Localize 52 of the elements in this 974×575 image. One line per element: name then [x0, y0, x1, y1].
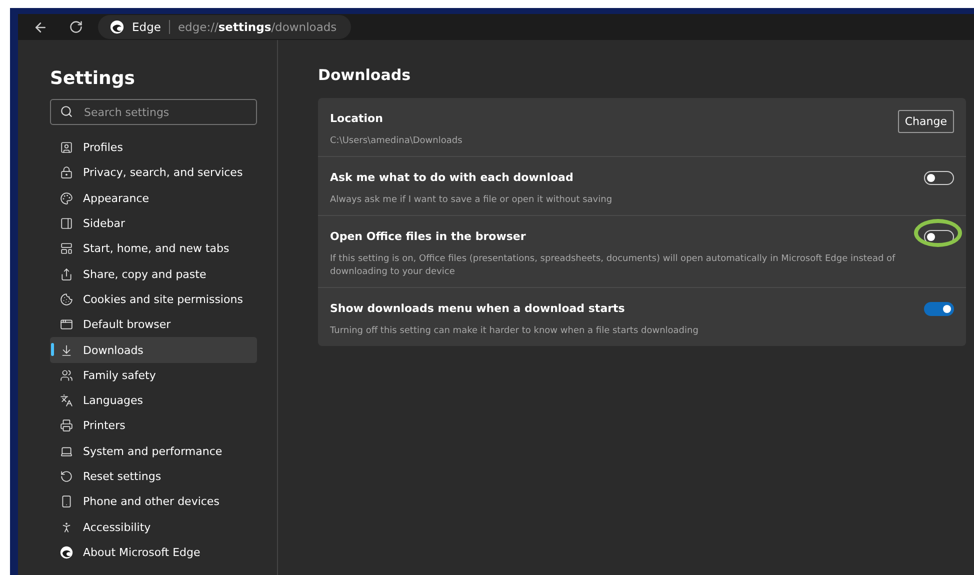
profile-icon	[60, 141, 73, 154]
download-icon	[60, 344, 73, 357]
search-field[interactable]: Search settings	[50, 99, 257, 125]
page-title: Downloads	[318, 66, 412, 84]
person-icon	[60, 520, 73, 534]
setting-title: Show downloads menu when a download starts	[330, 302, 626, 315]
sidebar-icon	[60, 217, 73, 230]
sidebar-item[interactable]: Languages	[50, 388, 257, 414]
sidebar-item[interactable]: Phone and other devices	[50, 489, 257, 514]
address-bar[interactable]: Edge edge://settings/downloads	[98, 15, 351, 39]
layout-icon	[60, 242, 73, 256]
search-icon	[60, 105, 73, 118]
lock-icon	[60, 166, 73, 180]
laptop-icon	[60, 444, 73, 458]
sidebar-item[interactable]: Family safety	[50, 362, 257, 388]
share-icon	[60, 268, 73, 281]
languages-icon	[60, 394, 73, 408]
browser-window-icon	[60, 318, 73, 332]
sidebar-item[interactable]: Privacy, search, and services	[50, 160, 257, 186]
cookie-icon	[60, 292, 73, 306]
sidebar-item[interactable]: Downloads	[50, 337, 257, 363]
phone-icon	[60, 495, 73, 508]
sidebar-item[interactable]: Appearance	[50, 186, 257, 211]
sidebar-item[interactable]: Default browser	[50, 312, 257, 338]
sidebar-title: Settings	[50, 68, 136, 89]
printer-icon	[60, 419, 73, 432]
sidebar-item[interactable]: Profiles	[50, 135, 257, 160]
setting-title: Open Office files in the browser	[330, 230, 527, 243]
setting-description: If this setting is on, Office files (presentations, spreadsheets, documents) will open automatically in Microsoft Edge instead of downloading to your device	[330, 253, 896, 279]
sidebar-item[interactable]: Sidebar	[50, 210, 257, 236]
sidebar-item[interactable]: System and performance	[50, 438, 257, 464]
setting-description: Always ask me if I want to save a file or open it without saving	[330, 194, 614, 207]
change-button[interactable]: Change	[898, 110, 954, 133]
sidebar-item[interactable]: Cookies and site permissions	[50, 286, 257, 312]
people-icon	[60, 368, 73, 382]
reset-icon	[60, 470, 73, 483]
sidebar-item[interactable]: Reset settings	[50, 464, 257, 490]
back-icon	[32, 20, 48, 34]
browser-logo-icon	[110, 20, 124, 34]
setting-description: Turning off this setting can make it harder to know when a file starts downloading	[330, 325, 700, 338]
palette-icon	[60, 192, 73, 205]
toggle-switch[interactable]	[924, 302, 954, 316]
sidebar-item[interactable]: Printers	[50, 413, 257, 439]
browser-logo-icon	[60, 546, 73, 559]
refresh-icon	[69, 20, 83, 34]
setting-title: Ask me what to do with each download	[330, 171, 574, 184]
setting-description: C:\Users\amedina\Downloads	[330, 135, 464, 148]
sidebar-item[interactable]: Share, copy and paste	[50, 261, 257, 287]
setting-title: Location	[330, 112, 384, 125]
sidebar-item[interactable]: Accessibility	[50, 514, 257, 540]
sidebar-item[interactable]: About Microsoft Edge	[50, 540, 257, 566]
sidebar-item[interactable]: Start, home, and new tabs	[50, 236, 257, 262]
